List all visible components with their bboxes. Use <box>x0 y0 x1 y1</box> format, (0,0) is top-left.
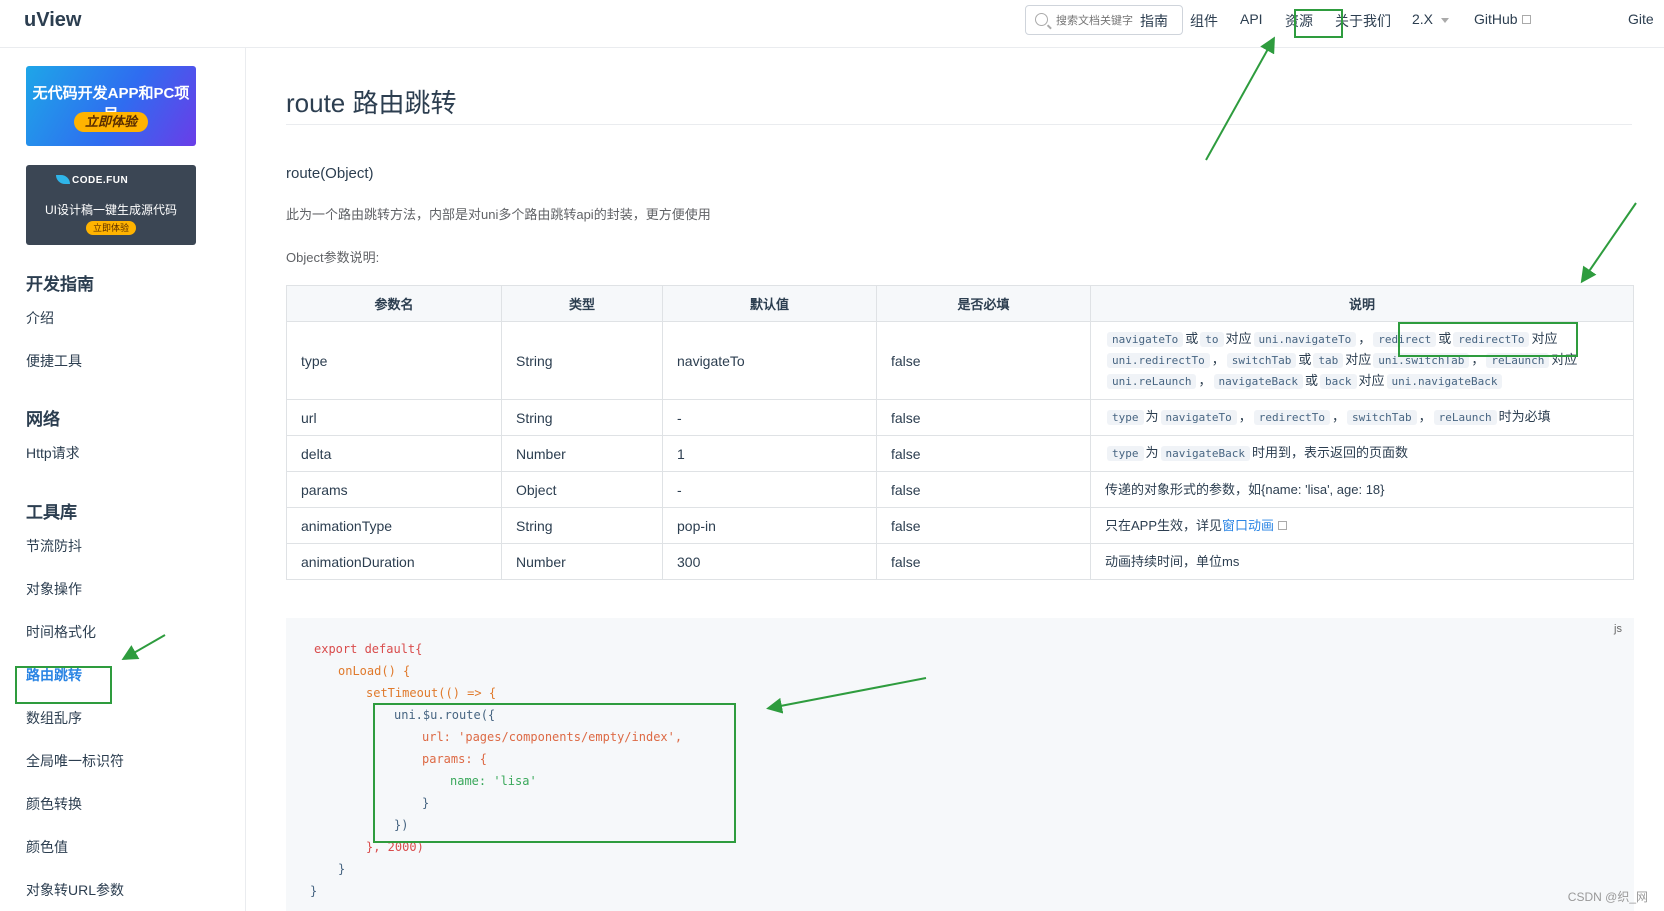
arrow-to-route <box>121 634 166 660</box>
arrow-to-redirect <box>1580 202 1637 284</box>
arrow-to-code <box>766 677 927 714</box>
watermark: CSDN @织_网 <box>1567 890 1648 904</box>
annotation-arrows <box>121 36 1637 714</box>
arrow-to-api <box>1205 36 1275 161</box>
